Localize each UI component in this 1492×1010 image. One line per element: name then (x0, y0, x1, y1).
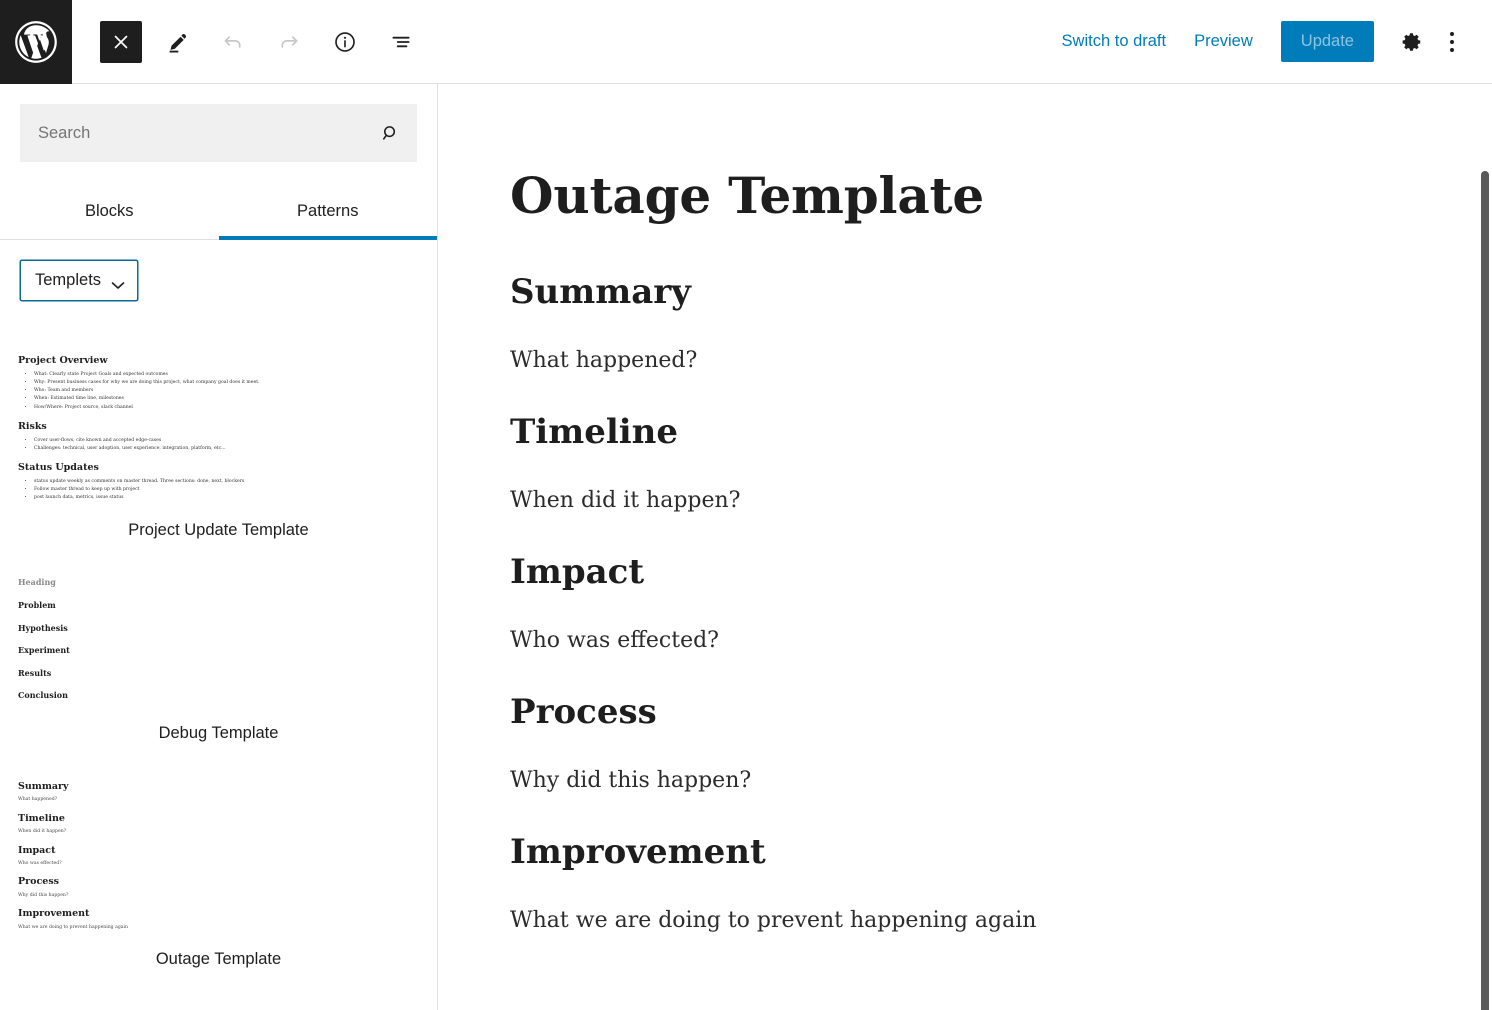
preview-list-item: status update weekly as comments on mast… (34, 478, 419, 486)
preview-paragraph: Who was effected? (18, 861, 62, 867)
preview-list: What: Clearly state Project Goals and ex… (18, 371, 419, 411)
preview-heading-placeholder: Heading (18, 577, 56, 588)
preview-list-item: Who: Team and members (34, 387, 419, 395)
preview-paragraph: When did it happen? (18, 829, 67, 835)
preview-list: Cover user-flows, cite known and accepte… (18, 437, 419, 453)
preview-heading: Problem (18, 600, 56, 611)
preview-heading: Process (18, 876, 60, 888)
inserter-tabs: Blocks Patterns (0, 190, 437, 240)
editor-header-toolbar: Switch to draft Preview Update (0, 0, 1492, 84)
section-paragraph[interactable]: What we are doing to prevent happening a… (510, 904, 1368, 937)
pattern-label: Project Update Template (128, 521, 309, 540)
preview-heading: Timeline (18, 812, 65, 824)
pattern-preview-debug: Heading Problem Hypothesis Experiment Re… (0, 578, 437, 701)
content-block[interactable]: Impact Who was effected? (510, 553, 1368, 657)
preview-paragraph: Why did this happen? (18, 892, 69, 898)
pattern-preview-project-update: Project Overview What: Clearly state Pro… (0, 355, 437, 502)
tab-blocks[interactable]: Blocks (0, 190, 219, 239)
pattern-list[interactable]: Project Overview What: Clearly state Pro… (0, 301, 437, 1010)
section-heading[interactable]: Impact (510, 553, 1368, 592)
section-paragraph[interactable]: Why did this happen? (510, 764, 1368, 797)
redo-button[interactable] (268, 21, 310, 63)
section-heading[interactable]: Improvement (510, 833, 1368, 872)
search-input[interactable] (20, 104, 417, 162)
chevron-down-icon (111, 276, 125, 289)
preview-heading: Improvement (18, 908, 90, 920)
post-content[interactable]: Outage Template Summary What happened? T… (438, 84, 1438, 977)
switch-to-draft-button[interactable]: Switch to draft (1048, 22, 1181, 61)
preview-heading: Conclusion (18, 690, 68, 701)
vertical-scrollbar[interactable] (1478, 169, 1492, 1010)
section-heading[interactable]: Summary (510, 272, 1368, 312)
close-editor-button[interactable] (100, 20, 142, 63)
section-heading[interactable]: Process (510, 693, 1368, 732)
pattern-category-select[interactable]: Templets (20, 260, 139, 301)
details-button[interactable] (324, 21, 366, 63)
pattern-category-row: Templets (0, 240, 437, 301)
wordpress-block-editor: Switch to draft Preview Update Search Bl… (0, 0, 1492, 1010)
preview-list-item: How/Where: Project source, slack channel (34, 404, 419, 412)
list-item[interactable]: Heading Problem Hypothesis Experiment Re… (0, 540, 437, 743)
inserter-search-area (0, 84, 437, 162)
section-paragraph[interactable]: Who was effected? (510, 624, 1368, 657)
scrollbar-thumb[interactable] (1481, 171, 1489, 1010)
preview-heading: Hypothesis (18, 622, 68, 633)
preview-heading: Summary (18, 781, 69, 793)
preview-heading: Status Updates (18, 462, 99, 473)
preview-list-item: post launch data, metrics, issue status (34, 494, 419, 502)
preview-button[interactable]: Preview (1180, 22, 1267, 61)
preview-heading: Experiment (18, 645, 70, 656)
preview-paragraph: What we are doing to prevent happening a… (18, 924, 128, 930)
preview-heading: Project Overview (18, 355, 108, 366)
pattern-label: Outage Template (155, 950, 282, 969)
tab-patterns[interactable]: Patterns (218, 190, 437, 240)
pattern-label: Debug Template (158, 724, 279, 743)
block-inserter-sidebar: Blocks Patterns Templets Pro (0, 84, 438, 1010)
preview-list-item: What: Clearly state Project Goals and ex… (34, 371, 419, 379)
header-spacer (422, 0, 1048, 83)
undo-button[interactable] (212, 21, 254, 63)
preview-list-item: Cover user-flows, cite known and accepte… (34, 437, 419, 445)
content-block[interactable]: Timeline When did it happen? (510, 412, 1368, 517)
preview-heading: Impact (18, 844, 56, 856)
editor-body: Blocks Patterns Templets Pro (0, 84, 1492, 1010)
section-heading[interactable]: Timeline (510, 412, 1368, 452)
preview-list-item: Follow master thread to keep up with pro… (34, 486, 419, 494)
section-paragraph[interactable]: What happened? (510, 344, 1368, 377)
header-left-tool-group (72, 0, 422, 83)
preview-list-item: Challenges: technical, user adoption, us… (34, 445, 419, 453)
wordpress-logo-icon[interactable] (0, 0, 72, 84)
list-item[interactable]: Project Overview What: Clearly state Pro… (0, 301, 437, 540)
kebab-menu-icon (1450, 31, 1454, 52)
edit-mode-button[interactable] (156, 21, 198, 63)
page-title[interactable]: Outage Template (510, 168, 1368, 223)
pattern-preview-outage: Summary What happened? Timeline When did… (0, 781, 437, 931)
preview-paragraph: What happened? (18, 797, 58, 803)
more-options-kebab-icon[interactable] (1432, 22, 1472, 62)
content-block[interactable]: Summary What happened? (510, 272, 1368, 377)
list-view-button[interactable] (380, 21, 422, 63)
update-button[interactable]: Update (1280, 21, 1374, 62)
preview-list-item: Why: Present business cases for why we a… (34, 379, 419, 387)
preview-list: status update weekly as comments on mast… (18, 478, 419, 502)
preview-heading: Results (18, 667, 52, 678)
preview-heading: Risks (18, 420, 47, 432)
section-paragraph[interactable]: When did it happen? (510, 484, 1368, 517)
preview-list-item: When: Estimated time line, milestones (34, 395, 419, 403)
content-block[interactable]: Improvement What we are doing to prevent… (510, 833, 1368, 937)
pattern-category-value: Templets (35, 271, 102, 289)
settings-gear-icon[interactable] (1392, 22, 1432, 62)
content-block[interactable]: Process Why did this happen? (510, 693, 1368, 797)
editor-canvas[interactable]: Outage Template Summary What happened? T… (438, 84, 1492, 1010)
header-right-tool-group: Switch to draft Preview Update (1048, 0, 1492, 83)
list-item[interactable]: Summary What happened? Timeline When did… (0, 743, 437, 969)
search-box[interactable] (20, 104, 417, 162)
